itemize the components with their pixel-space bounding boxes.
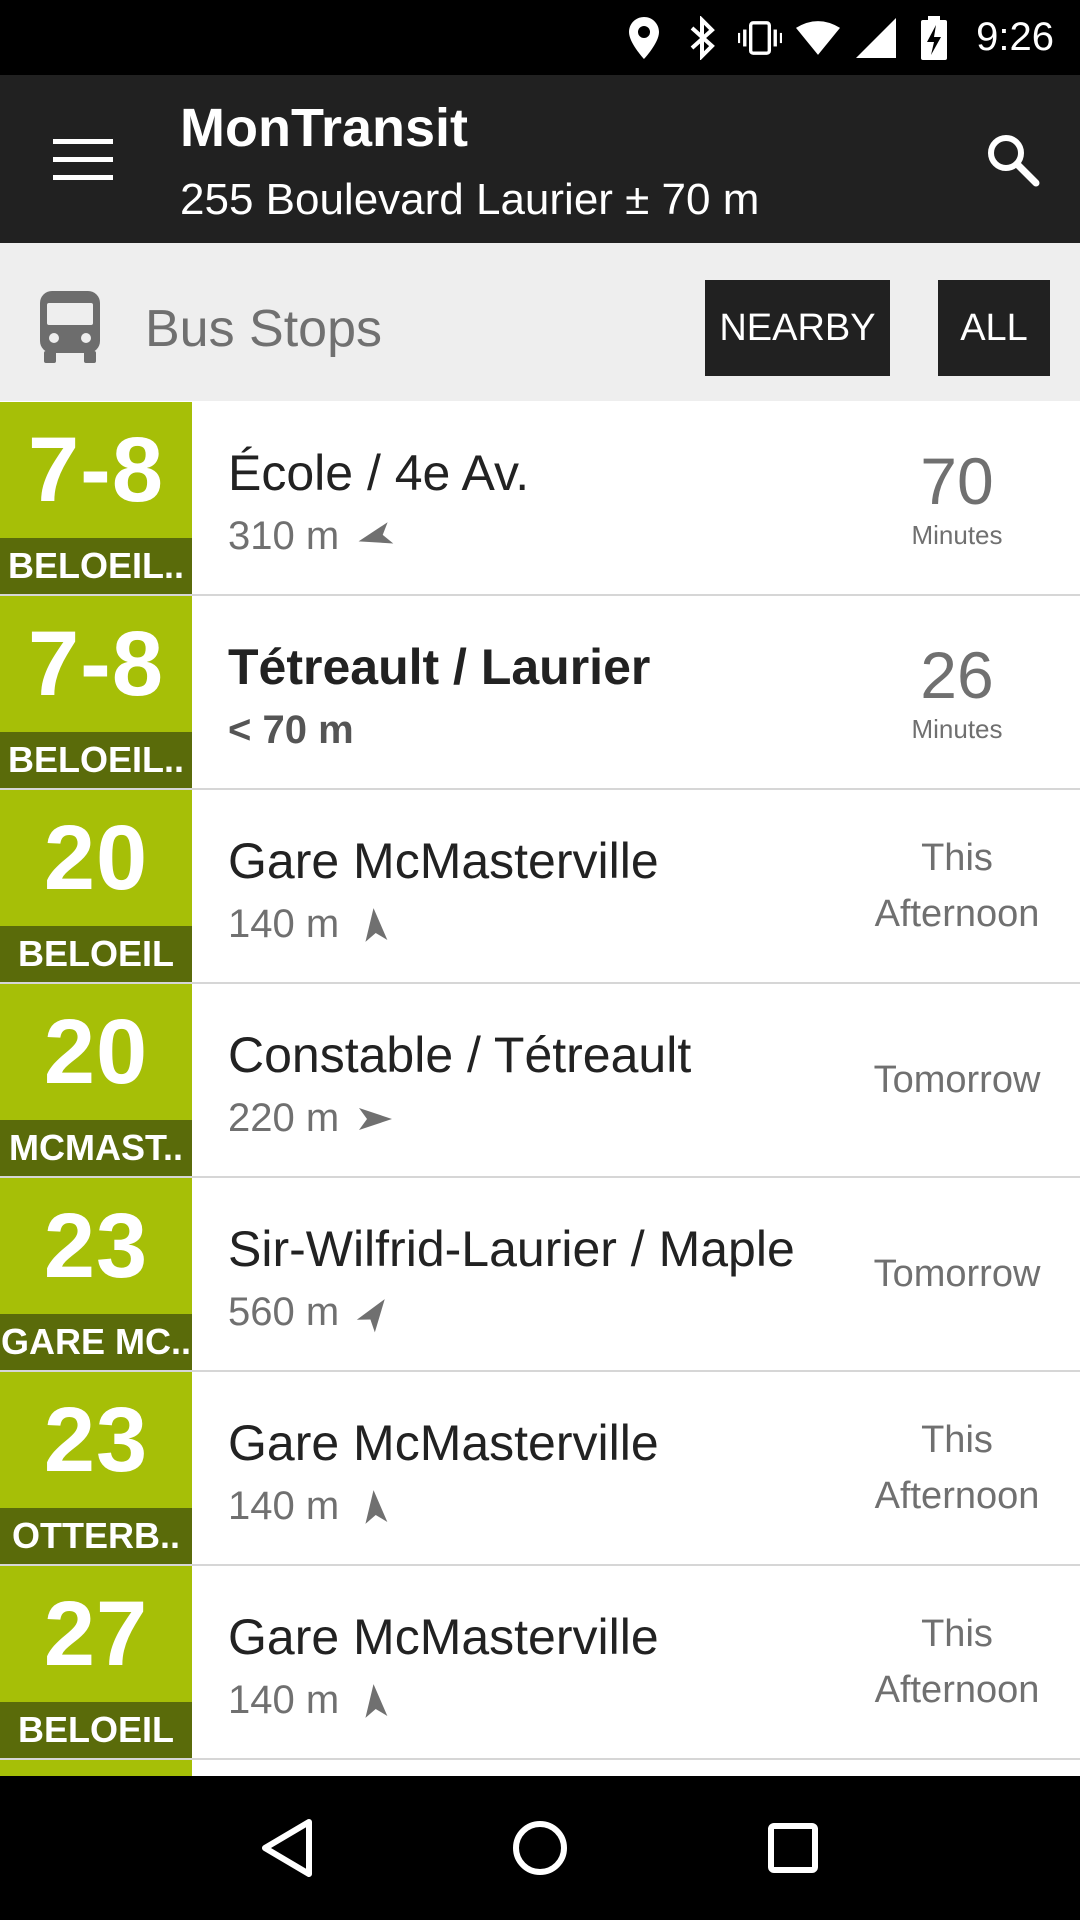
compass-arrow-icon	[356, 1298, 385, 1332]
eta-text: Tomorrow	[873, 1253, 1041, 1295]
search-icon[interactable]	[972, 119, 1052, 199]
route-number: 23	[43, 1194, 149, 1297]
eta: Tomorrow	[862, 1178, 1052, 1370]
stop-name: Gare McMasterville	[228, 833, 659, 889]
route-number: 23	[43, 1388, 149, 1491]
compass-arrow-icon	[365, 907, 388, 942]
battery-charging-icon	[912, 15, 956, 60]
route-badge: 23 GARE MC..	[0, 1178, 192, 1370]
cell-signal-icon	[854, 16, 898, 60]
route-direction: MCMAST..	[0, 1120, 192, 1176]
bus-icon	[38, 291, 102, 363]
route-direction: BELOEIL..	[0, 538, 192, 594]
route-badge: 23 OTTERB..	[0, 1372, 192, 1564]
stop-distance: 140 m	[228, 902, 395, 947]
eta-text: This Afternoon	[874, 1613, 1040, 1711]
status-time: 9:26	[976, 15, 1054, 59]
route-badge: 27 BELOEIL	[0, 1566, 192, 1758]
compass-arrow-icon	[358, 521, 394, 543]
app-title: MonTransit	[180, 98, 469, 158]
recents-icon[interactable]	[745, 1800, 841, 1896]
route-number: 7-8	[28, 612, 164, 715]
eta-unit: Minutes	[911, 713, 1003, 744]
stop-name: École / 4e Av.	[228, 445, 530, 501]
eta: This Afternoon	[862, 1372, 1052, 1564]
stop-name: Gare McMasterville	[228, 1609, 659, 1665]
section-title: Bus Stops	[145, 300, 383, 358]
route-badge: 20 MCMAST..	[0, 984, 192, 1176]
stop-name: Sir-Wilfrid-Laurier / Maple	[228, 1221, 795, 1277]
stop-distance: < 70 m	[228, 708, 354, 753]
route-badge: 7-8 BELOEIL..	[0, 596, 192, 788]
stop-row[interactable]: 7-8 BELOEIL.. Tétreault / Laurier < 70 m…	[0, 596, 1080, 790]
eta: This Afternoon	[862, 790, 1052, 982]
eta-text: This Afternoon	[874, 837, 1040, 935]
stop-name: Tétreault / Laurier	[228, 639, 651, 695]
eta: This Afternoon	[862, 1566, 1052, 1758]
eta: 70 Minutes	[862, 402, 1052, 594]
route-direction: BELOEIL	[0, 1702, 192, 1758]
app-bar: MonTransit 255 Boulevard Laurier ± 70 m	[0, 75, 1080, 243]
distance-text: 140 m	[228, 1484, 340, 1528]
stop-row[interactable]: 23 GARE MC.. Sir-Wilfrid-Laurier / Maple…	[0, 1178, 1080, 1372]
wifi-icon	[796, 16, 841, 60]
hamburger-menu-icon[interactable]	[40, 121, 130, 197]
stop-distance: 220 m	[228, 1096, 395, 1141]
stop-row[interactable]: 27 BELOEIL Gare McMasterville 140 m This…	[0, 1566, 1080, 1760]
stop-distance: 140 m	[228, 1484, 395, 1529]
distance-text: 140 m	[228, 1678, 340, 1722]
route-direction: BELOEIL	[0, 926, 192, 982]
route-direction: BELOEIL..	[0, 732, 192, 788]
distance-text: < 70 m	[228, 708, 354, 752]
location-subtitle: 255 Boulevard Laurier ± 70 m	[180, 175, 760, 224]
all-filter-button[interactable]: ALL	[938, 280, 1050, 376]
home-icon[interactable]	[492, 1800, 588, 1896]
stop-distance: 310 m	[228, 514, 395, 559]
navigation-bar	[0, 1776, 1080, 1920]
eta-text: This Afternoon	[874, 1419, 1040, 1517]
stop-list: 7-8 BELOEIL.. École / 4e Av. 310 m 70 Mi…	[0, 402, 1080, 1776]
vibrate-icon	[738, 16, 783, 60]
route-badge: 20 BELOEIL	[0, 790, 192, 982]
stop-row[interactable]: 7-8 BELOEIL.. École / 4e Av. 310 m 70 Mi…	[0, 402, 1080, 596]
route-badge: 7-8 BELOEIL..	[0, 402, 192, 594]
stop-distance: 560 m	[228, 1290, 395, 1335]
stop-row[interactable]: 23 OTTERB.. Gare McMasterville 140 m Thi…	[0, 1372, 1080, 1566]
eta-value: 70	[920, 443, 994, 518]
section-header: Bus Stops NEARBY ALL	[0, 243, 1080, 401]
route-badge	[0, 1760, 192, 1776]
route-number: 20	[43, 806, 149, 909]
stop-row-partial	[0, 1760, 1080, 1776]
status-bar: 9:26	[0, 0, 1080, 75]
route-number: 27	[43, 1582, 149, 1685]
route-direction: GARE MC..	[0, 1314, 192, 1370]
route-number: 7-8	[28, 418, 164, 521]
eta: Tomorrow	[862, 984, 1052, 1176]
compass-arrow-icon	[365, 1489, 388, 1524]
stop-name: Constable / Tétreault	[228, 1027, 692, 1083]
compass-arrow-icon	[365, 1683, 388, 1718]
stop-row[interactable]: 20 MCMAST.. Constable / Tétreault 220 m …	[0, 984, 1080, 1178]
eta-text: Tomorrow	[873, 1059, 1041, 1101]
route-number: 20	[43, 1000, 149, 1103]
stop-name: Gare McMasterville	[228, 1415, 659, 1471]
eta-unit: Minutes	[911, 519, 1003, 550]
distance-text: 220 m	[228, 1096, 340, 1140]
stop-row[interactable]: 20 BELOEIL Gare McMasterville 140 m This…	[0, 790, 1080, 984]
eta-value: 26	[920, 637, 994, 712]
distance-text: 140 m	[228, 902, 340, 946]
route-direction: OTTERB..	[0, 1508, 192, 1564]
stop-distance: 140 m	[228, 1678, 395, 1723]
location-icon	[622, 16, 666, 60]
distance-text: 310 m	[228, 514, 340, 558]
distance-text: 560 m	[228, 1290, 340, 1334]
back-icon[interactable]	[239, 1800, 335, 1896]
eta: 26 Minutes	[862, 596, 1052, 788]
nearby-filter-button[interactable]: NEARBY	[705, 280, 890, 376]
bluetooth-icon	[680, 15, 724, 60]
compass-arrow-icon	[359, 1107, 393, 1130]
